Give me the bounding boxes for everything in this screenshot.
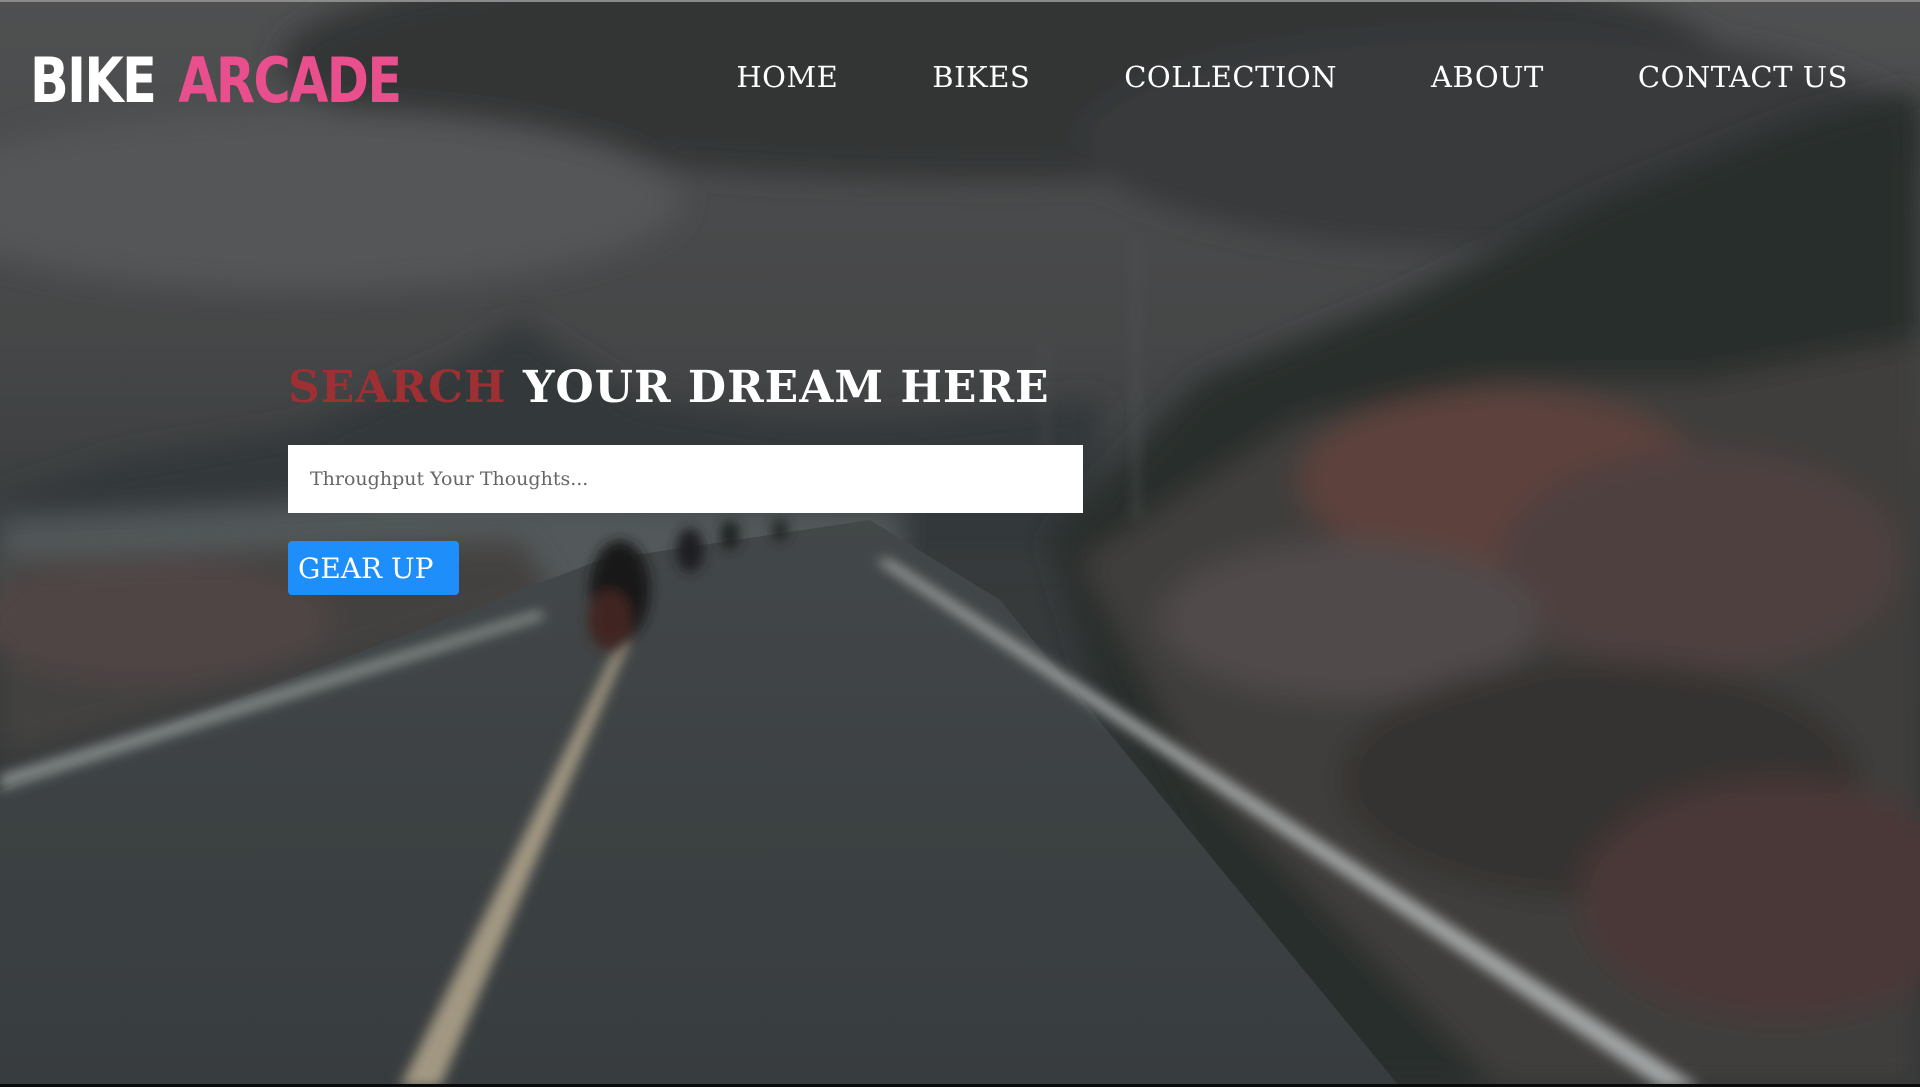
- logo-text-bike: BIKE: [30, 44, 157, 117]
- search-headline: SEARCH YOUR DREAM HERE: [288, 366, 1050, 410]
- headline-accent-word: SEARCH: [288, 362, 507, 413]
- headline-rest: YOUR DREAM HERE: [522, 362, 1050, 413]
- nav-item-collection[interactable]: COLLECTION: [1124, 60, 1337, 94]
- search-input[interactable]: [288, 445, 1083, 513]
- search-section: SEARCH YOUR DREAM HERE GEAR UP: [288, 366, 1083, 595]
- gear-up-button[interactable]: GEAR UP: [288, 541, 459, 595]
- nav-item-about[interactable]: ABOUT: [1431, 60, 1544, 94]
- site-logo[interactable]: BIKE ARCADE: [30, 44, 402, 117]
- nav-item-home[interactable]: HOME: [736, 60, 838, 94]
- main-nav: HOME BIKES COLLECTION ABOUT CONTACT US: [736, 60, 1848, 94]
- top-border: [0, 0, 1920, 2]
- logo-text-arcade: ARCADE: [178, 44, 402, 117]
- nav-item-bikes[interactable]: BIKES: [932, 60, 1030, 94]
- nav-item-contact-us[interactable]: CONTACT US: [1638, 60, 1848, 94]
